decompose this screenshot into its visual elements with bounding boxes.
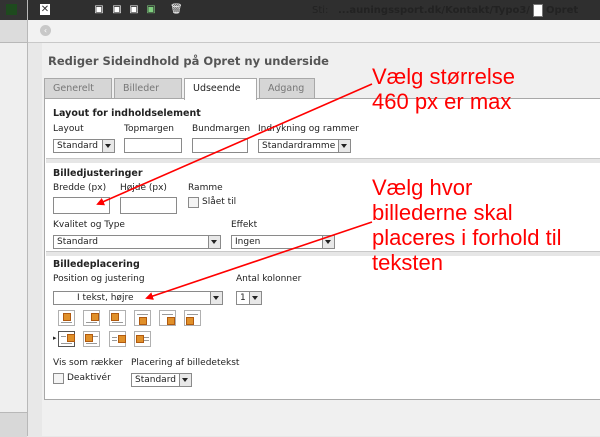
arrow-to-position-select	[145, 221, 373, 300]
tab-udseende[interactable]: Udseende	[184, 78, 257, 100]
arrow-to-width-field	[96, 83, 373, 206]
annotation-arrows	[96, 83, 373, 300]
tab-label: Udseende	[193, 83, 241, 94]
